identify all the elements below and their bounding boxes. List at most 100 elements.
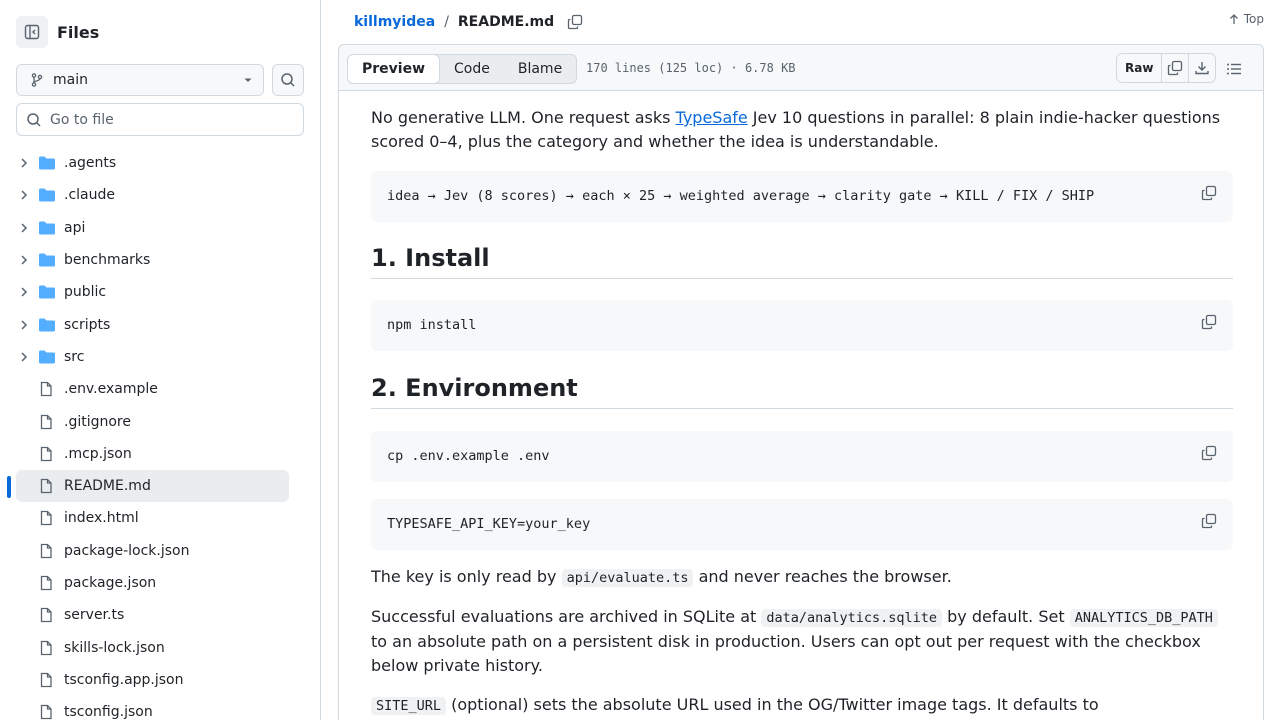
search-icon [281,73,295,87]
file-icon [40,608,52,623]
tree-file-16[interactable]: tsconfig.app.json [0,664,320,696]
copy-icon [1201,445,1217,461]
sidebar-title: Files [57,22,100,42]
expand-chevron[interactable] [18,319,30,331]
tree-folder-4[interactable]: public [0,276,320,308]
tree-item-label: skills-lock.json [64,639,165,656]
folder-icon [39,318,55,332]
tree-folder-0[interactable]: .agents [0,147,320,179]
copy-code-button[interactable] [1201,445,1217,465]
outline-button[interactable] [1222,57,1246,81]
folder-icon [39,285,55,299]
intro-text: No generative LLM. One request asks [371,108,676,127]
copy-code-button[interactable] [1201,185,1217,205]
tree-folder-2[interactable]: api [0,212,320,244]
tree-file-13[interactable]: package.json [0,567,320,599]
file-icon [40,511,52,526]
intro-paragraph: No generative LLM. One request asks Type… [371,106,1233,154]
expand-chevron[interactable] [18,157,30,169]
copy-code-button[interactable] [1201,513,1217,533]
copy-icon [1201,513,1217,529]
download-icon [1195,62,1210,75]
key-text: The key is only read by [371,567,562,586]
branch-selector[interactable]: main [16,64,264,96]
folder-icon [39,188,55,202]
tree-item-label: tsconfig.app.json [64,671,184,688]
typesafe-link[interactable]: TypeSafe [676,108,748,127]
tree-item-label: package-lock.json [64,542,190,559]
file-icon-wrap [38,671,56,689]
folder-icon-wrap [38,251,56,269]
go-to-file-input[interactable] [50,111,290,128]
tree-item-label: public [64,284,107,301]
tree-folder-1[interactable]: .claude [0,179,320,211]
tree-file-17[interactable]: tsconfig.json [0,696,320,720]
inline-code: ANALYTICS_DB_PATH [1069,609,1218,627]
copy-icon [567,14,583,30]
copy-raw-button[interactable] [1161,54,1188,82]
branch-name: main [53,72,88,88]
tree-item-label: tsconfig.json [64,704,153,720]
tree-file-11[interactable]: index.html [0,502,320,534]
copy-code-button[interactable] [1201,314,1217,334]
heading-environment: 2. Environment [371,374,1233,409]
archive-paragraph: Successful evaluations are archived in S… [371,605,1233,678]
code-block-pipeline: idea → Jev (8 scores) → each × 25 → weig… [371,171,1233,222]
breadcrumb-file-name: README.md [457,14,555,30]
file-icon-wrap [38,703,56,720]
raw-button[interactable]: Raw [1117,54,1161,82]
tree-folder-5[interactable]: scripts [0,308,320,340]
tree-item-label: README.md [64,478,151,495]
tree-item-label: .env.example [64,381,158,398]
archive-text-mid: by default. Set [942,607,1070,626]
folder-icon [39,156,55,170]
tree-folder-6[interactable]: src [0,341,320,373]
expand-chevron[interactable] [18,351,30,363]
tree-item-label: api [64,219,86,236]
tree-file-9[interactable]: .mcp.json [0,438,320,470]
search-files-button[interactable] [272,64,304,96]
file-toolbar: Preview Code Blame 170 lines (125 loc) ·… [338,44,1264,91]
view-mode-tabs: Preview Code Blame [347,54,578,84]
active-highlight [16,469,289,502]
tree-file-12[interactable]: package-lock.json [0,535,320,567]
copy-icon [1168,60,1183,76]
back-to-top-button[interactable]: Top [1228,12,1264,26]
tree-item-label: package.json [64,575,157,591]
tree-file-15[interactable]: skills-lock.json [0,631,320,663]
tree-file-7[interactable]: .env.example [0,373,320,405]
breadcrumb-repo-link[interactable]: killmyidea [354,14,435,30]
tab-preview[interactable]: Preview [347,54,441,84]
folder-icon-wrap [38,316,56,334]
tree-item-label: scripts [64,316,111,333]
expand-chevron[interactable] [18,189,30,201]
download-button[interactable] [1188,54,1215,82]
top-label: Top [1243,12,1264,26]
folder-icon [39,221,55,235]
folder-icon [39,253,55,267]
expand-chevron[interactable] [18,254,30,266]
tree-file-14[interactable]: server.ts [0,599,320,631]
tree-folder-3[interactable]: benchmarks [0,244,320,276]
file-icon-wrap [38,477,56,495]
file-tree: .agents .claude api benchmarks public scripts… [0,147,320,720]
copy-path-button[interactable] [567,14,583,30]
tab-code[interactable]: Code [440,55,504,83]
tab-blame[interactable]: Blame [504,55,576,83]
tree-item-label: index.html [64,510,139,527]
arrow-up-icon [1229,14,1238,24]
file-icon-wrap [38,445,56,463]
archive-text: Successful evaluations are archived in S… [371,607,762,626]
expand-chevron[interactable] [18,286,30,298]
expand-chevron[interactable] [18,222,30,234]
go-to-file-field[interactable] [16,103,304,136]
breadcrumb-separator: / [444,14,449,30]
key-paragraph: The key is only read by api/evaluate.ts … [371,565,1233,590]
tree-file-10[interactable]: README.md [0,469,320,502]
tree-file-8[interactable]: .gitignore [0,405,320,437]
collapse-sidebar-button[interactable] [16,16,48,48]
inline-code: SITE_URL [371,697,447,715]
code-block-api-key: TYPESAFE_API_KEY=your_key [371,499,1233,550]
code-text: idea → Jev (8 scores) → each × 25 → weig… [387,188,1095,204]
inline-code: data/analytics.sqlite [761,609,943,627]
